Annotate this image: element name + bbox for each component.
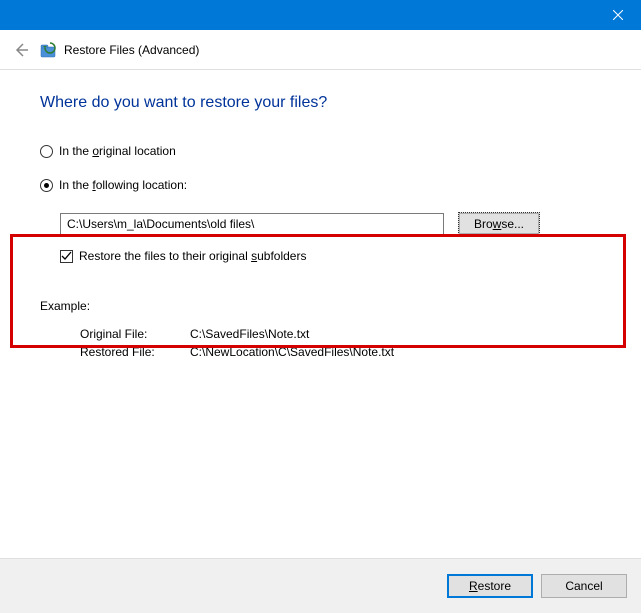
browse-button[interactable]: Browse...: [458, 212, 540, 235]
example-grid: Original File: C:\SavedFiles\Note.txt Re…: [80, 327, 601, 359]
footer: Restore Cancel: [0, 558, 641, 613]
titlebar: [0, 0, 641, 30]
example-original-val: C:\SavedFiles\Note.txt: [190, 327, 601, 341]
example-label: Example:: [40, 299, 601, 313]
location-path-input[interactable]: [60, 213, 444, 235]
radio-original[interactable]: [40, 145, 53, 158]
option-following-location[interactable]: In the following location:: [40, 178, 601, 192]
restore-subfolders-option[interactable]: Restore the files to their original subf…: [60, 249, 601, 263]
restore-subfolders-checkbox[interactable]: [60, 250, 73, 263]
cancel-button[interactable]: Cancel: [541, 574, 627, 598]
back-button[interactable]: [10, 39, 32, 61]
option-following-label: In the following location:: [59, 178, 187, 192]
page-heading: Where do you want to restore your files?: [40, 94, 601, 112]
example-restored-key: Restored File:: [80, 345, 190, 359]
back-arrow-icon: [13, 42, 29, 58]
example-section: Example: Original File: C:\SavedFiles\No…: [40, 299, 601, 359]
close-icon: [613, 10, 623, 20]
restore-subfolders-label: Restore the files to their original subf…: [79, 249, 306, 263]
restore-button[interactable]: Restore: [447, 574, 533, 598]
header-bar: Restore Files (Advanced): [0, 30, 641, 70]
restore-icon: [40, 41, 58, 59]
example-original-key: Original File:: [80, 327, 190, 341]
example-restored-val: C:\NewLocation\C\SavedFiles\Note.txt: [190, 345, 601, 359]
option-original-location[interactable]: In the original location: [40, 144, 601, 158]
content-area: Where do you want to restore your files?…: [0, 70, 641, 558]
window-title: Restore Files (Advanced): [64, 43, 199, 57]
path-row: Browse...: [60, 212, 601, 235]
close-button[interactable]: [595, 0, 641, 30]
option-original-label: In the original location: [59, 144, 176, 158]
option-following-block: In the following location: Browse... Res…: [40, 178, 601, 263]
check-icon: [61, 251, 72, 262]
radio-following[interactable]: [40, 179, 53, 192]
